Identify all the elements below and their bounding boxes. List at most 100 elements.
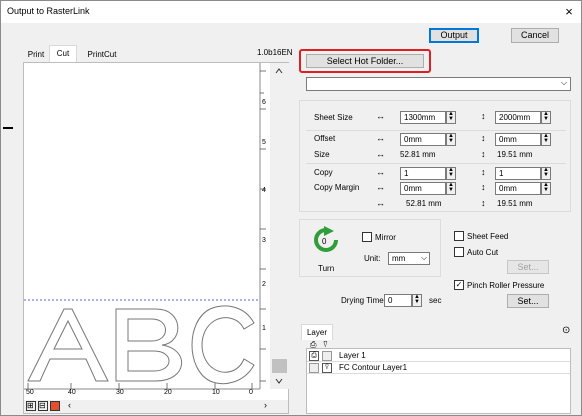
edge-marker [3,127,13,129]
mirror-label: Mirror [375,233,396,242]
select-hot-folder-button[interactable]: Select Hot Folder... [306,54,424,68]
copy-margin-y-spinner[interactable]: ▲ ▼ [541,182,551,195]
size-label: Size [314,150,330,159]
grid-view-icon[interactable]: ⊞ [26,401,36,411]
abc-outline [27,305,255,385]
tab-layer[interactable]: Layer [301,324,333,340]
list-item[interactable]: ⎙ Layer 1 [307,351,570,362]
preview-toolbar: ⊞ ⊟ ‹ › [24,400,288,413]
divider [306,130,566,131]
copy-margin-x-field[interactable]: 0mm [400,182,446,195]
auto-cut-checkbox[interactable] [454,247,464,257]
layer-name: Layer 1 [339,351,366,360]
copy-margin-x-spinner[interactable]: ▲ ▼ [446,182,456,195]
sheet-feed-checkbox[interactable] [454,231,464,241]
sheet-size-label: Sheet Size [314,113,353,122]
auto-cut-set-button[interactable]: Set... [507,260,549,274]
color-layer-icon[interactable] [50,401,60,411]
drying-time-label: Drying Time [341,296,384,305]
pinch-roller-set-button[interactable]: Set... [507,294,549,308]
dimension-panel: Sheet Size ↔ 1300mm ▲ ▼ ↕ 2000mm ▲ ▼ Offse… [299,100,571,212]
ruler-label-h: 20 [164,389,172,396]
turn-icon[interactable]: 0 [312,226,342,254]
vertical-arrow-icon: ↕ [481,182,486,192]
vertical-arrow-icon: ↕ [481,133,486,143]
output-button[interactable]: Output [429,28,479,43]
horizontal-arrow-icon: ↔ [376,149,385,159]
vertical-arrow-icon: ↕ [481,149,486,159]
ruler-label-h: 10 [212,389,220,396]
size-y-value: 19.51 mm [497,150,533,159]
offset-label: Offset [314,134,336,143]
fit-view-icon[interactable]: ⊟ [38,401,48,411]
offset-y-spinner[interactable]: ▲ ▼ [541,133,551,146]
ruler-label-h: 30 [116,389,124,396]
ruler-label-v: 2 [262,281,266,288]
copy-margin-label: Copy Margin [314,183,360,192]
expand-icon[interactable]: ⊙ [562,325,570,336]
layer-name: FC Contour Layer1 [339,363,408,372]
copy-y-field[interactable]: 1 [495,167,541,180]
drying-time-spinner[interactable]: ▲ ▼ [412,294,422,307]
copy-label: Copy [314,168,333,177]
copy-y-spinner[interactable]: ▲ ▼ [541,167,551,180]
sheet-width-field[interactable]: 1300mm [400,111,446,124]
pinch-roller-label: Pinch Roller Pressure [467,281,545,290]
ruler-label-v: 5 [262,139,266,146]
ruler-label-v: 3 [262,237,266,244]
cancel-button[interactable]: Cancel [511,28,559,43]
ruler-label-h: 0 [249,389,253,396]
copy-x-field[interactable]: 1 [400,167,446,180]
ruler-label-v: 1 [262,325,266,332]
total-x-value: 52.81 mm [406,199,442,208]
preview-canvas[interactable]: 6 5 4 3 2 1 50 40 30 20 10 0 ⊞ ⊟ ‹ › [23,62,289,414]
tab-cut[interactable]: Cut [49,45,77,63]
copy-margin-y-field[interactable]: 0mm [495,182,541,195]
tab-print[interactable]: Print [25,47,47,63]
ruler-label-h: 40 [68,389,76,396]
preview-drawing [24,63,289,390]
output-dialog: Output to RasterLink × Output Cancel Pri… [0,0,582,416]
orientation-panel: 0 Turn Mirror Unit: mm ⌵ [299,219,441,277]
title-bar: Output to RasterLink × [1,1,581,23]
horizontal-arrow-icon: ↔ [376,133,385,143]
visibility-box[interactable] [309,363,319,373]
print-layer-icon: ⎙ [309,351,319,361]
window-title: Output to RasterLink [7,6,90,16]
offset-y-field[interactable]: 0mm [495,133,541,146]
horizontal-arrow-icon: ↔ [376,167,385,177]
turn-value: 0 [322,237,327,246]
vertical-arrow-icon: ↕ [481,111,486,121]
vertical-arrow-icon: ↕ [481,167,486,177]
sheet-height-field[interactable]: 2000mm [495,111,541,124]
offset-x-spinner[interactable]: ▲ ▼ [446,133,456,146]
chevron-down-icon: ⌵ [421,253,428,262]
horizontal-arrow-icon: ↔ [376,198,385,208]
layer-list[interactable]: ⎙ Layer 1 ⍢ FC Contour Layer1 [306,348,571,414]
turn-label: Turn [318,264,335,273]
sheet-width-spinner[interactable]: ▲ ▼ [446,111,456,124]
drying-time-unit: sec [429,296,442,305]
offset-x-field[interactable]: 0mm [400,133,446,146]
auto-cut-label: Auto Cut [467,248,499,257]
pinch-roller-checkbox[interactable]: ✓ [454,280,464,290]
sheet-height-spinner[interactable]: ▲ ▼ [541,111,551,124]
vertical-arrow-icon: ↕ [481,198,486,208]
scroll-right-icon[interactable]: › [264,400,267,410]
scroll-left-icon[interactable]: ‹ [68,400,71,410]
close-icon[interactable]: × [559,3,579,21]
copy-x-spinner[interactable]: ▲ ▼ [446,167,456,180]
size-x-value: 52.81 mm [400,150,436,159]
divider [306,163,566,164]
horizontal-arrow-icon: ↔ [376,182,385,192]
drying-time-field[interactable]: 0 [384,294,412,307]
list-item[interactable]: ⍢ FC Contour Layer1 [307,363,570,374]
ruler-label-h: 50 [26,389,34,396]
ruler-label-v: 6 [262,99,266,106]
tab-printcut[interactable]: PrintCut [81,47,123,63]
unit-label: Unit: [364,254,381,263]
visibility-box[interactable] [322,351,332,361]
ruler-label-v: 4 [262,187,266,194]
mirror-checkbox[interactable] [362,232,372,242]
hot-folder-dropdown[interactable]: ⌵ [306,77,571,91]
